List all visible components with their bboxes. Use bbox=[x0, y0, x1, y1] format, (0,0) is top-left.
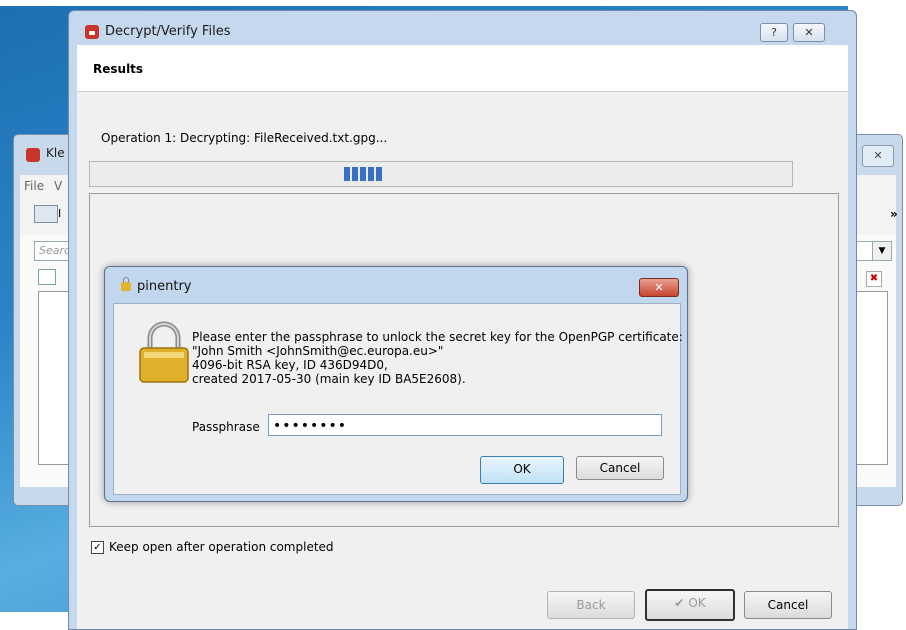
results-header: Results bbox=[77, 45, 848, 92]
padlock-icon bbox=[139, 321, 189, 383]
kleopatra-close-button[interactable]: ✕ bbox=[862, 145, 894, 167]
progress-chunk bbox=[368, 167, 374, 181]
operation-status: Operation 1: Decrypting: FileReceived.tx… bbox=[101, 131, 388, 145]
toolbar-overflow-icon[interactable]: » bbox=[890, 207, 898, 221]
progress-chunk bbox=[344, 167, 350, 181]
progress-chunk bbox=[352, 167, 358, 181]
keep-open-checkbox[interactable]: ✓ bbox=[91, 541, 104, 554]
progress-bar bbox=[89, 161, 793, 187]
message-line: 4096-bit RSA key, ID 436D94D0, bbox=[192, 358, 388, 372]
message-line: Please enter the passphrase to unlock th… bbox=[192, 330, 683, 344]
keep-open-label[interactable]: Keep open after operation completed bbox=[109, 540, 334, 554]
dialog-close-button[interactable]: ✕ bbox=[793, 23, 825, 42]
ok-button[interactable]: ✔ OK bbox=[645, 589, 735, 621]
kleopatra-app-icon bbox=[26, 148, 40, 162]
search-dropdown-icon[interactable]: ▼ bbox=[872, 241, 892, 261]
delete-icon[interactable]: ✖ bbox=[866, 271, 882, 287]
ok-button-label: OK bbox=[688, 596, 706, 610]
kleopatra-title: Kle bbox=[46, 146, 65, 160]
passphrase-input[interactable]: •••••••• bbox=[268, 414, 662, 436]
dialog-title: Decrypt/Verify Files bbox=[105, 24, 231, 39]
message-line: "John Smith <JohnSmith@ec.europa.eu>" bbox=[192, 344, 444, 358]
back-button[interactable]: Back bbox=[547, 591, 635, 619]
check-icon: ✔ bbox=[674, 596, 685, 610]
menu-view[interactable]: V bbox=[54, 179, 62, 193]
message-line: created 2017-05-30 (main key ID BA5E2608… bbox=[192, 372, 466, 386]
pinentry-close-button[interactable]: ✕ bbox=[639, 278, 679, 297]
cancel-button[interactable]: Cancel bbox=[744, 591, 832, 619]
pinentry-client: Please enter the passphrase to unlock th… bbox=[113, 303, 683, 495]
screen-edge bbox=[0, 0, 906, 6]
dialog-app-icon bbox=[85, 25, 99, 39]
pinentry-ok-button[interactable]: OK bbox=[480, 456, 564, 484]
pinentry-title: pinentry bbox=[137, 279, 192, 294]
pinentry-cancel-button[interactable]: Cancel bbox=[576, 456, 664, 480]
new-certificate-icon[interactable] bbox=[38, 269, 56, 285]
results-title: Results bbox=[93, 62, 144, 76]
import-icon[interactable] bbox=[34, 205, 58, 223]
passphrase-label: Passphrase bbox=[192, 420, 260, 434]
pinentry-dialog: pinentry ✕ Please enter the passphrase t… bbox=[104, 266, 688, 502]
progress-chunk bbox=[360, 167, 366, 181]
help-button[interactable]: ? bbox=[760, 23, 788, 42]
lock-icon bbox=[121, 277, 131, 291]
menu-file[interactable]: File bbox=[24, 179, 44, 193]
passphrase-message: Please enter the passphrase to unlock th… bbox=[192, 330, 683, 386]
progress-chunk bbox=[376, 167, 382, 181]
toolbar-label[interactable]: I bbox=[58, 207, 61, 220]
